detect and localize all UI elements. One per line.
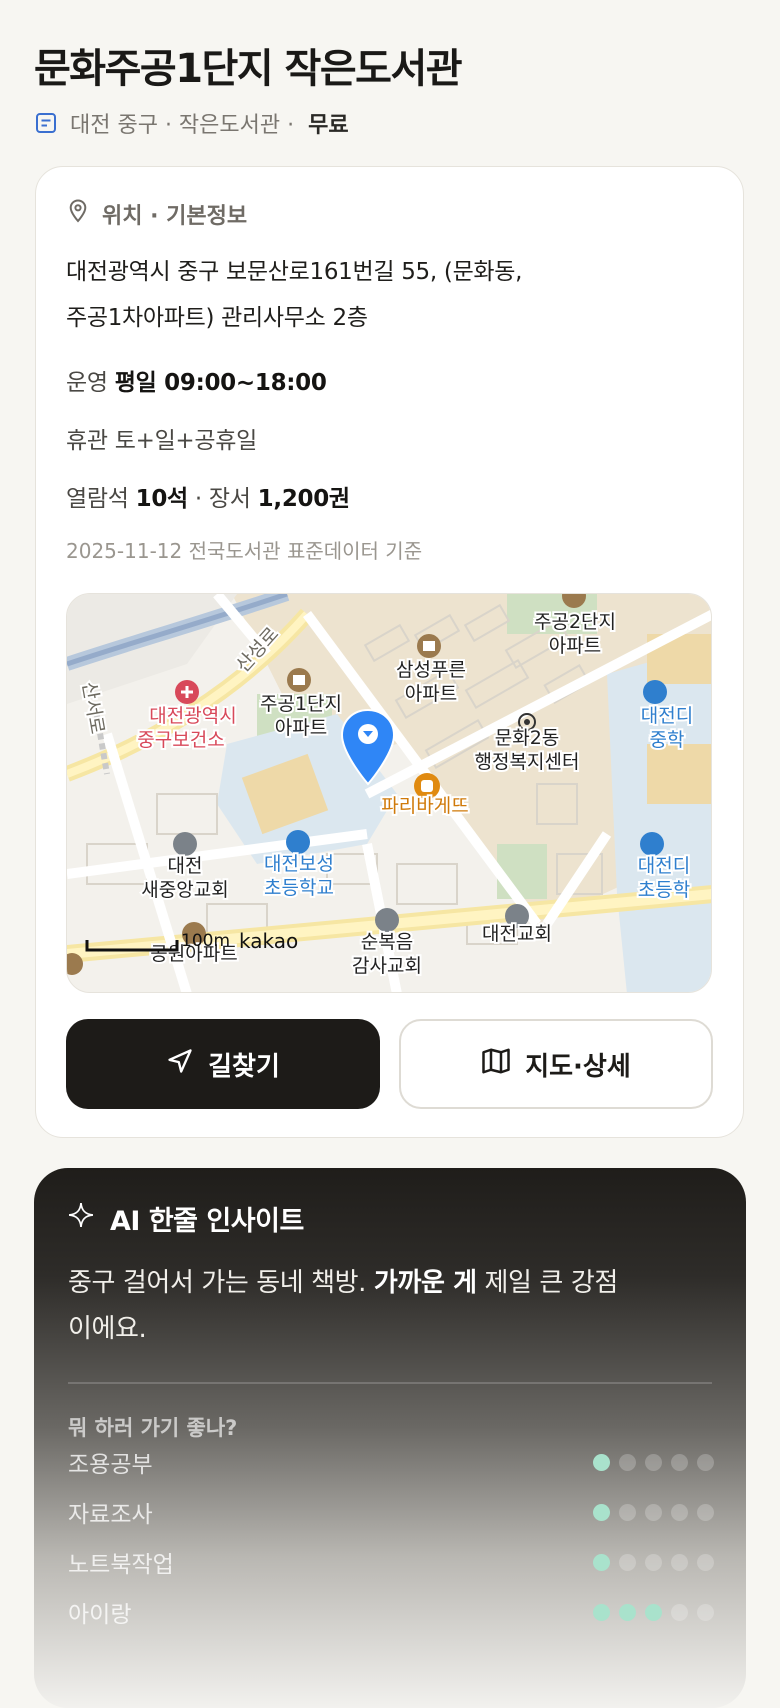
- score-dot: [645, 1503, 662, 1521]
- score-dot: [671, 1603, 688, 1621]
- map-label: 문화2동: [495, 727, 560, 749]
- score-dot: [619, 1453, 636, 1471]
- map-label: 중구보건소: [137, 729, 224, 751]
- score-dot: [593, 1503, 610, 1521]
- score-dot: [593, 1553, 610, 1571]
- ai-question: 뭐 하러 가기 좋나?: [68, 1416, 238, 1440]
- hours-row: 운영 평일 09:00~18:00: [66, 363, 327, 397]
- books-value: 1,200권: [257, 486, 350, 512]
- score-dot: [593, 1453, 610, 1471]
- section-title: 위치 · 기본정보: [102, 204, 248, 229]
- closed-row: 휴관 토+일+공휴일: [66, 428, 257, 454]
- map-label: 대전교회: [482, 923, 552, 945]
- score-dot: [619, 1503, 636, 1521]
- score-row: 자료조사: [68, 1492, 714, 1532]
- score-dot: [697, 1503, 714, 1521]
- sparkle-icon: [68, 1202, 94, 1235]
- score-dot: [645, 1453, 662, 1471]
- meta-text: 대전 중구 · 작은도서관 ·: [70, 113, 295, 138]
- map-label: 대전광역시: [149, 705, 236, 727]
- score-row: 노트북작업: [68, 1542, 714, 1582]
- seats-value: 10석: [135, 486, 189, 512]
- ai-title: AI 한줄 인사이트: [110, 1205, 304, 1237]
- map-label: 초등학: [638, 879, 690, 901]
- score-label: 노트북작업: [68, 1552, 174, 1578]
- map-label: 대전디: [641, 705, 693, 727]
- score-dots: [593, 1453, 714, 1471]
- address: 대전광역시 중구 보문산로161번길 55, (문화동, 주공1차아파트) 관리…: [66, 249, 686, 341]
- score-dot: [671, 1503, 688, 1521]
- map-label: 대전보성: [264, 853, 334, 875]
- map-label: 행정복지센터: [475, 751, 580, 773]
- score-label: 아이랑: [68, 1602, 132, 1628]
- ai-header: AI 한줄 인사이트: [68, 1200, 304, 1237]
- map-label: 아파트: [275, 717, 327, 739]
- navigation-arrow-icon: [166, 1047, 194, 1082]
- score-dot: [671, 1553, 688, 1571]
- score-dots: [593, 1553, 714, 1571]
- hours-label: 운영: [66, 370, 108, 396]
- score-dot: [619, 1603, 636, 1621]
- score-dot: [671, 1453, 688, 1471]
- map-label: 감사교회: [352, 955, 422, 977]
- ai-text-part: 중구 걸어서 가는 동네 책방.: [68, 1268, 367, 1298]
- map-label: 주공2단지: [534, 611, 616, 633]
- score-dot: [619, 1553, 636, 1571]
- score-dot: [697, 1603, 714, 1621]
- ai-text-emphasis: 가까운 게: [373, 1268, 477, 1298]
- info-card: 위치 · 기본정보 대전광역시 중구 보문산로161번길 55, (문화동, 주…: [35, 166, 744, 1138]
- scale-text: 100m: [181, 931, 230, 951]
- map-label: 아파트: [405, 683, 457, 705]
- document-icon: [34, 110, 60, 136]
- score-dot: [593, 1603, 610, 1621]
- map-label: 중학: [650, 729, 685, 751]
- map-label: 삼성푸른: [396, 659, 466, 681]
- location-pin-icon: [66, 198, 90, 230]
- data-source: 2025-11-12 전국도서관 표준데이터 기준: [66, 539, 423, 563]
- score-label: 자료조사: [68, 1502, 153, 1528]
- map-preview[interactable]: 산성로 산서로 대전광역시 중구보건소 주공1단지 아파트 삼성푸른 아파트 주…: [66, 593, 712, 993]
- fee-badge: 무료: [308, 113, 349, 138]
- divider: [68, 1382, 712, 1384]
- directions-button[interactable]: 길찾기: [66, 1019, 380, 1109]
- books-label: · 장서: [194, 486, 251, 512]
- hours-value: 평일 09:00~18:00: [114, 370, 327, 396]
- map-label: 초등학교: [264, 877, 334, 899]
- page-title: 문화주공1단지 작은도서관: [34, 46, 463, 92]
- map-detail-button[interactable]: 지도·상세: [399, 1019, 713, 1109]
- score-dot: [645, 1603, 662, 1621]
- map-label: 아파트: [549, 635, 601, 657]
- directions-label: 길찾기: [208, 1051, 280, 1082]
- map-label: 대전디: [638, 855, 690, 877]
- ai-summary: 중구 걸어서 가는 동네 책방. 가까운 게 제일 큰 강점이에요.: [68, 1260, 628, 1352]
- address-line: 대전광역시 중구 보문산로161번길 55, (문화동,: [66, 259, 523, 285]
- score-dot: [697, 1453, 714, 1471]
- score-row: 조용공부: [68, 1442, 714, 1482]
- seats-label: 열람석: [66, 486, 129, 512]
- score-dot: [645, 1553, 662, 1571]
- section-header: 위치 · 기본정보: [66, 199, 247, 229]
- ai-insight-card: AI 한줄 인사이트 중구 걸어서 가는 동네 책방. 가까운 게 제일 큰 강…: [34, 1168, 746, 1708]
- score-dots: [593, 1503, 714, 1521]
- capacity-row: 열람석 10석 · 장서 1,200권: [66, 479, 350, 513]
- meta-row: 대전 중구 · 작은도서관 · 무료: [34, 106, 349, 140]
- map-icon: [481, 1047, 511, 1082]
- address-line: 주공1차아파트) 관리사무소 2층: [66, 305, 368, 331]
- score-dots: [593, 1603, 714, 1621]
- map-label: 주공1단지: [260, 693, 342, 715]
- score-dot: [697, 1553, 714, 1571]
- score-row: 아이랑: [68, 1592, 714, 1632]
- map-label: 파리바게뜨: [381, 795, 468, 817]
- kakao-logo: kakao: [239, 929, 298, 953]
- map-label: 대전: [168, 855, 203, 877]
- map-label: 순복음: [361, 931, 413, 953]
- score-label: 조용공부: [68, 1452, 153, 1478]
- map-detail-label: 지도·상세: [525, 1051, 631, 1082]
- map-label: 새중앙교회: [141, 879, 228, 901]
